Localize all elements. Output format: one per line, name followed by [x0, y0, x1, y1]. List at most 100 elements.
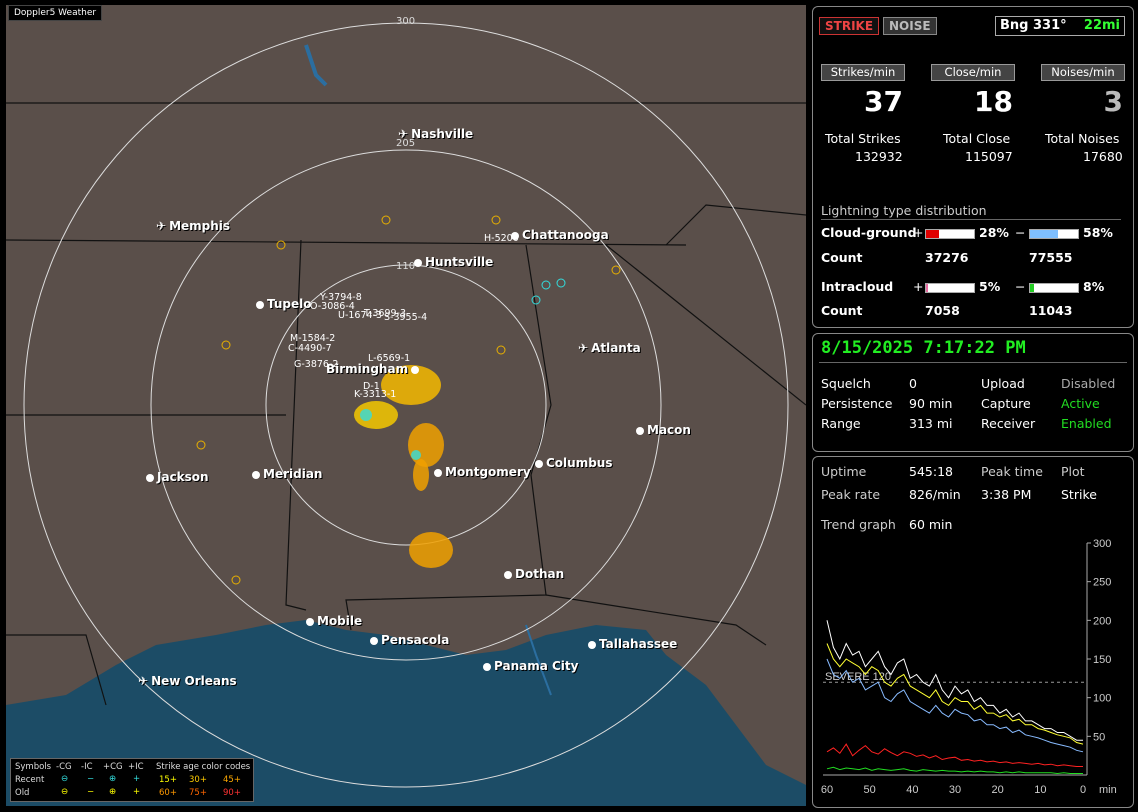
capture-value[interactable]: Active: [1061, 396, 1100, 411]
city-huntsville: Huntsville: [414, 255, 493, 269]
cg-positive-bar-fill: [926, 230, 940, 238]
cg-count-label: Count: [821, 250, 863, 265]
ic-negative-bar-fill: [1030, 284, 1034, 292]
plus-sign: +: [913, 225, 924, 240]
trend-panel: Uptime 545:18 Peak time Plot Peak rate 8…: [812, 456, 1134, 808]
airport-icon: ✈: [398, 127, 409, 141]
strike-button[interactable]: STRIKE: [819, 17, 880, 35]
city-pensacola: Pensacola: [370, 633, 449, 647]
city-panama-city: Panama City: [483, 659, 578, 673]
x-tick-label: 30: [949, 784, 961, 796]
uptime-label: Uptime: [821, 464, 867, 479]
city-chattanooga: Chattanooga: [511, 228, 609, 242]
city-birmingham: Birmingham: [326, 362, 422, 376]
ic-positive-pct: 5%: [979, 279, 1001, 294]
storm-label[interactable]: S-3955-4: [384, 312, 427, 323]
lightning-map[interactable]: Doppler5 Weather 300 205 110 ✈ Nashville …: [6, 5, 806, 806]
peak-time-label: Peak time: [981, 464, 1043, 479]
pos-cg-recent-icon: ⊕: [109, 774, 117, 784]
city-dothan: Dothan: [504, 567, 564, 581]
storm-label[interactable]: L-6569-1: [368, 353, 410, 364]
total-strikes-value: 132932: [855, 149, 903, 164]
plus-sign: +: [913, 279, 924, 294]
y-tick-label: 300: [1093, 538, 1111, 550]
y-tick-label: 50: [1093, 731, 1105, 743]
trend-series-line: [826, 743, 1083, 767]
noise-button[interactable]: NOISE: [883, 17, 937, 35]
close-per-min-value: 18: [974, 85, 1013, 118]
city-meridian: Meridian: [252, 467, 322, 481]
city-tallahassee: Tallahassee: [588, 637, 677, 651]
x-tick-label: 0: [1080, 784, 1086, 796]
minus-sign: −: [1015, 225, 1026, 240]
symbol-legend: Symbols -CG -IC +CG +IC Strike age color…: [10, 758, 254, 802]
y-tick-label: 100: [1093, 693, 1111, 705]
city-nashville: ✈ Nashville: [398, 127, 474, 141]
total-noises-label: Total Noises: [1045, 131, 1120, 146]
upload-value[interactable]: Disabled: [1061, 376, 1115, 391]
persistence-label: Persistence: [821, 396, 893, 411]
squelch-label: Squelch: [821, 376, 871, 391]
y-tick-label: 150: [1093, 654, 1111, 666]
peak-time-value: 3:38 PM: [981, 487, 1032, 502]
status-panel: 8/15/2025 7:17:22 PM Squelch 0 Persisten…: [812, 333, 1134, 452]
storm-label[interactable]: C-4490-7: [288, 343, 332, 354]
minus-sign: −: [1015, 279, 1026, 294]
city-dot-icon: [504, 571, 512, 579]
plot-value[interactable]: Strike: [1061, 487, 1097, 502]
ic-negative-pct: 8%: [1083, 279, 1105, 294]
distance-value: 22mi: [1083, 18, 1120, 33]
ic-positive-bar-fill: [926, 284, 929, 292]
city-memphis: ✈ Memphis: [156, 219, 231, 233]
ic-negative-bar: [1029, 283, 1079, 293]
receiver-value[interactable]: Enabled: [1061, 416, 1112, 431]
severe-threshold-label: SEVERE 120: [825, 671, 891, 683]
range-value[interactable]: 313 mi: [909, 416, 952, 431]
noises-per-min-value: 3: [1103, 85, 1123, 118]
storm-label[interactable]: G-3876-2: [294, 359, 338, 370]
cg-positive-count: 37276: [925, 250, 969, 265]
strikes-per-min-header: Strikes/min: [821, 64, 905, 81]
city-dot-icon: [146, 474, 154, 482]
neg-cg-old-icon: ⊖: [61, 787, 69, 797]
city-macon: Macon: [636, 423, 691, 437]
cg-negative-count: 77555: [1029, 250, 1073, 265]
cloud-ground-label: Cloud-ground: [821, 225, 917, 240]
city-dot-icon: [414, 259, 422, 267]
city-dot-icon: [256, 301, 264, 309]
airport-icon: ✈: [578, 341, 589, 355]
squelch-value[interactable]: 0: [909, 376, 917, 391]
storm-label[interactable]: K-3313-1: [354, 389, 396, 400]
x-tick-label: 40: [906, 784, 918, 796]
storm-label[interactable]: H-5200: [484, 233, 519, 244]
ic-negative-count: 11043: [1029, 303, 1073, 318]
ic-positive-count: 7058: [925, 303, 960, 318]
pos-ic-recent-icon: +: [133, 774, 141, 784]
bearing-value: Bng 331°: [1000, 18, 1067, 33]
city-dot-icon: [588, 641, 596, 649]
x-tick-label: 10: [1034, 784, 1046, 796]
cg-negative-pct: 58%: [1083, 225, 1113, 240]
plot-label: Plot: [1061, 464, 1085, 479]
ring-label: 110: [396, 261, 416, 272]
neg-ic-old-icon: −: [87, 787, 95, 797]
cg-negative-bar: [1029, 229, 1079, 239]
city-dot-icon: [306, 618, 314, 626]
trend-value[interactable]: 60 min: [909, 517, 952, 532]
noises-per-min-header: Noises/min: [1041, 64, 1125, 81]
cg-negative-bar-fill: [1030, 230, 1058, 238]
capture-label: Capture: [981, 396, 1031, 411]
peak-rate-label: Peak rate: [821, 487, 881, 502]
persistence-value[interactable]: 90 min: [909, 396, 952, 411]
trend-series-line: [826, 766, 1083, 775]
city-columbus: Columbus: [535, 456, 613, 470]
ic-positive-bar: [925, 283, 975, 293]
cg-positive-pct: 28%: [979, 225, 1009, 240]
upload-label: Upload: [981, 376, 1025, 391]
strike-stats-panel: STRIKE NOISE Bng 331° 22mi Strikes/min C…: [812, 6, 1134, 328]
distribution-title: Lightning type distribution: [821, 203, 1121, 220]
city-tupelo: Tupelo: [256, 297, 312, 311]
trend-label: Trend graph: [821, 517, 896, 532]
uptime-value: 545:18: [909, 464, 953, 479]
strikes-per-min-value: 37: [864, 85, 903, 118]
